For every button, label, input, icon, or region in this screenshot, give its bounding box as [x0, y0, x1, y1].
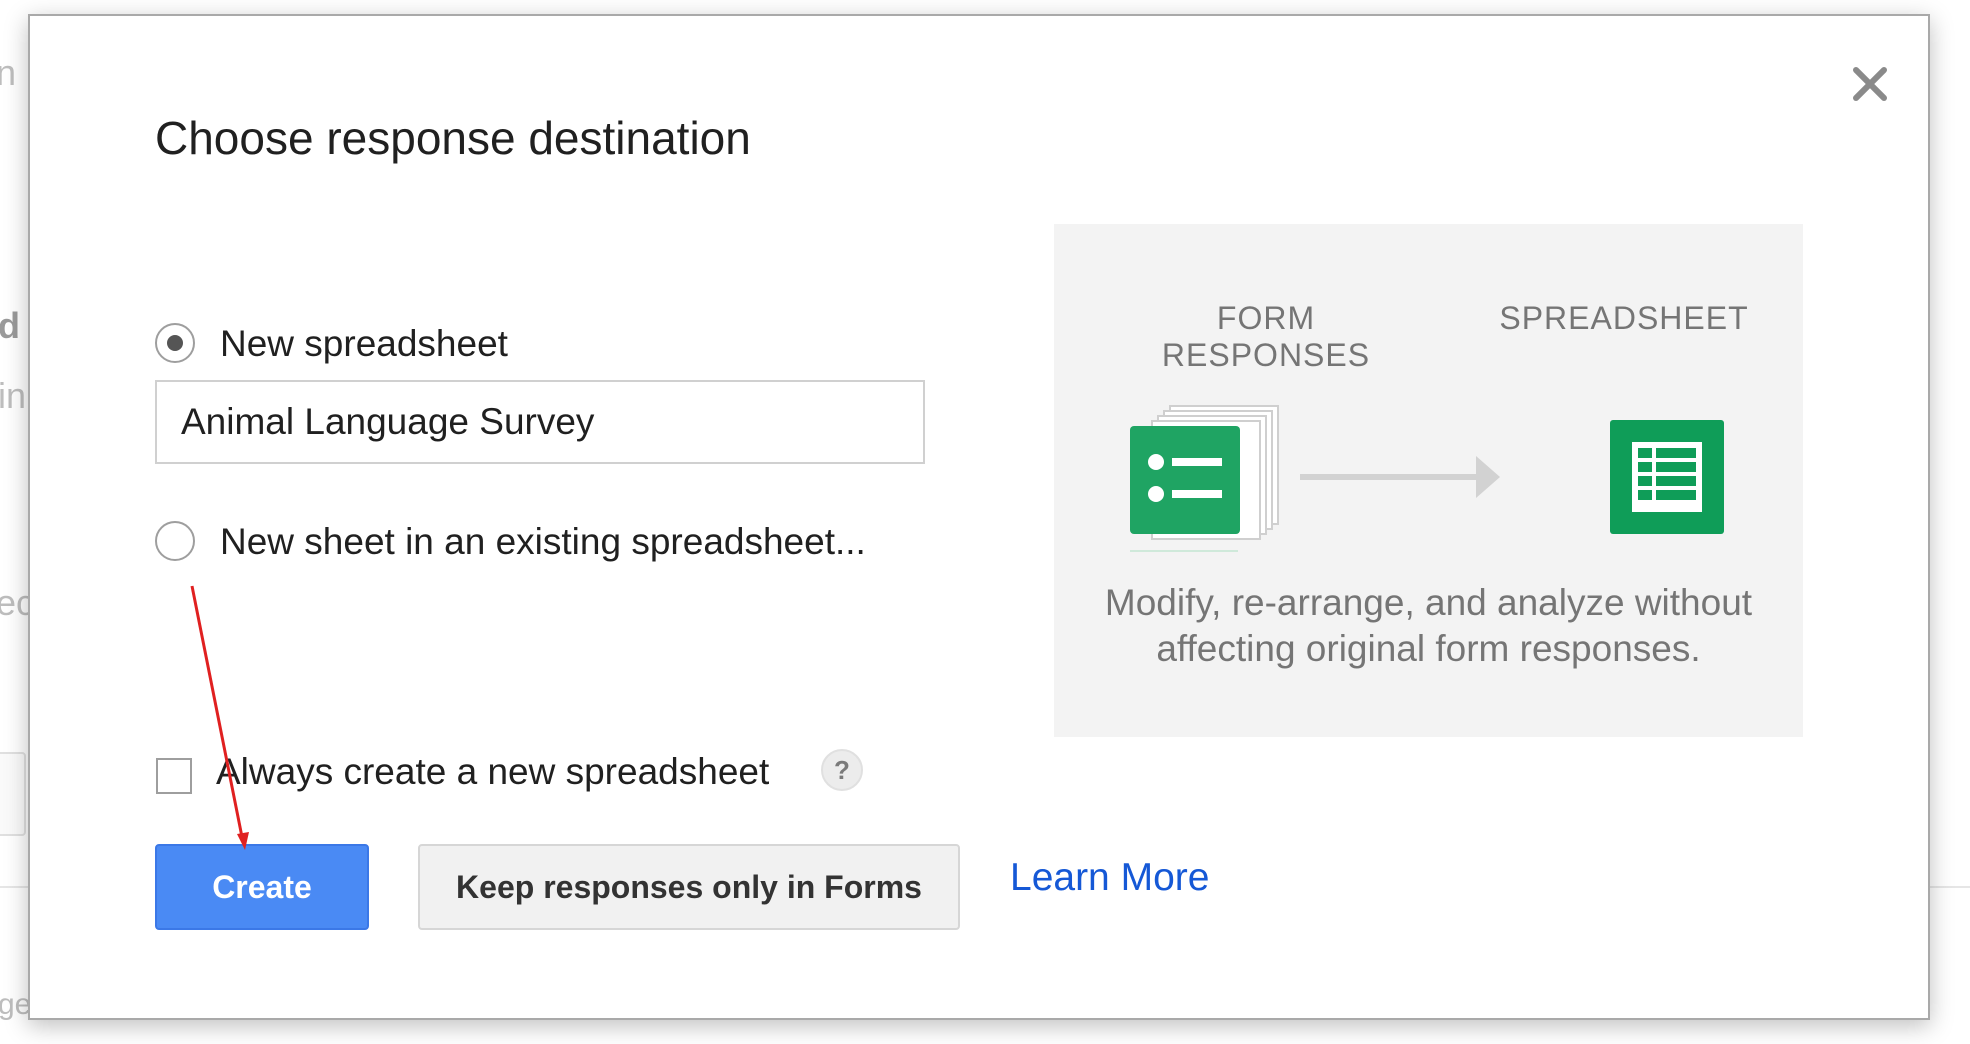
create-button[interactable]: Create	[155, 844, 369, 930]
always-create-label[interactable]: Always create a new spreadsheet	[216, 751, 769, 793]
response-destination-dialog: Choose response destination New spreadsh…	[28, 14, 1930, 1020]
forms-responses-icon	[1130, 405, 1279, 552]
info-description: Modify, re-arrange, and analyze without …	[1104, 582, 1753, 669]
background-text: in	[0, 375, 27, 416]
flow-arrow-icon	[1300, 456, 1500, 498]
spreadsheet-name-input[interactable]	[155, 380, 925, 464]
sheets-icon	[1610, 420, 1724, 534]
spreadsheet-caption: SPREADSHEET	[1499, 300, 1749, 336]
close-icon	[1853, 67, 1887, 101]
close-button[interactable]	[1848, 62, 1892, 106]
new-spreadsheet-label[interactable]: New spreadsheet	[220, 323, 508, 365]
dialog-title: Choose response destination	[155, 112, 751, 164]
info-panel: FORM RESPONSES SPREADSHEET Modify, re-ar…	[1054, 224, 1803, 737]
learn-more-link[interactable]: Learn More	[1010, 856, 1209, 900]
background-text: d	[0, 305, 20, 346]
form-responses-caption: FORM RESPONSES	[1161, 300, 1371, 373]
existing-spreadsheet-label[interactable]: New sheet in an existing spreadsheet...	[220, 521, 866, 563]
existing-spreadsheet-radio[interactable]	[155, 521, 195, 561]
background-text: n	[0, 52, 17, 93]
background-text: ge	[0, 988, 32, 1021]
help-icon[interactable]: ?	[821, 749, 863, 791]
new-spreadsheet-radio[interactable]	[155, 323, 195, 363]
keep-in-forms-button[interactable]: Keep responses only in Forms	[418, 844, 960, 930]
background-dropdown	[0, 752, 26, 836]
always-create-checkbox[interactable]	[156, 758, 192, 794]
